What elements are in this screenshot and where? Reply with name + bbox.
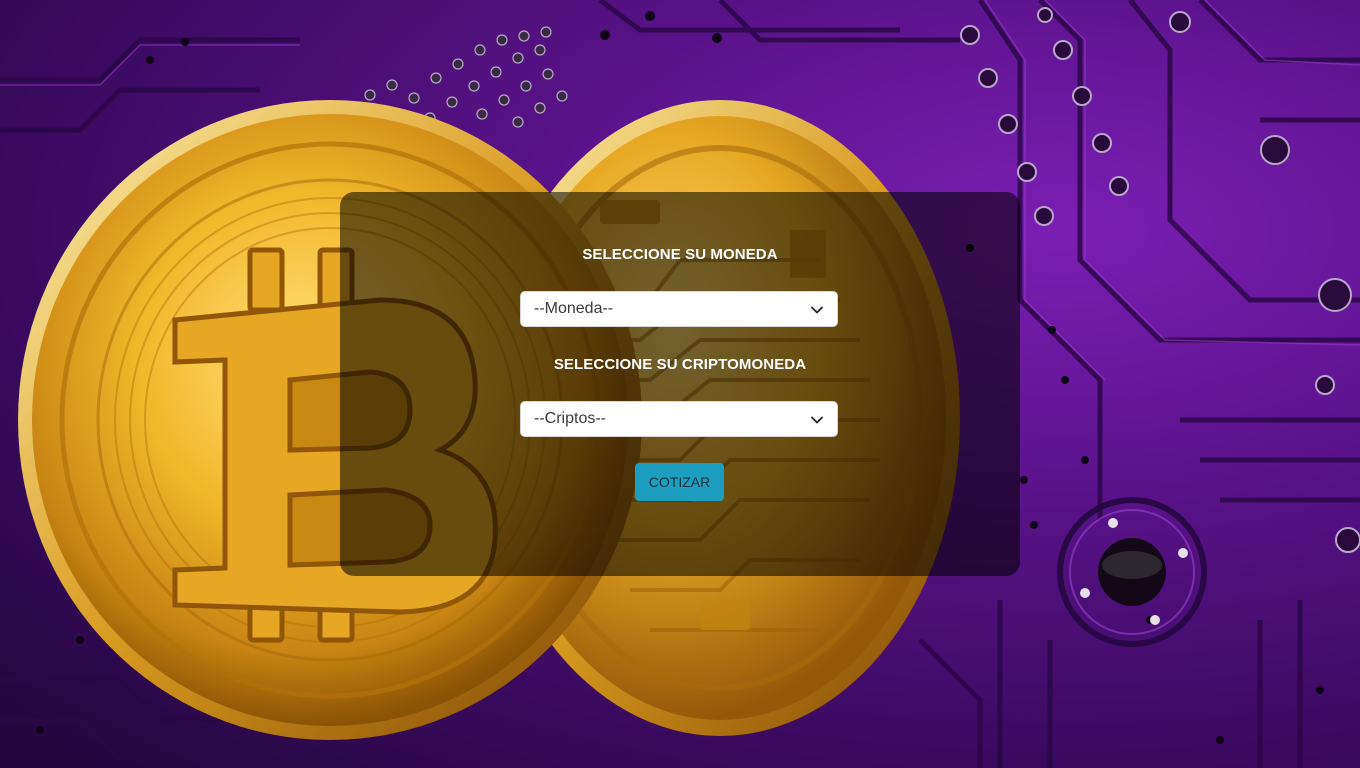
quote-button[interactable]: COTIZAR — [635, 463, 724, 501]
currency-label: SELECCIONE SU MONEDA — [582, 246, 778, 263]
chevron-down-icon — [811, 306, 823, 314]
crypto-label: SELECCIONE SU CRIPTOMONEDA — [553, 356, 807, 373]
chevron-down-icon — [811, 416, 823, 424]
connector-component — [1057, 497, 1207, 647]
currency-select[interactable]: --Moneda-- — [520, 291, 838, 327]
currency-select-value: --Moneda-- — [534, 300, 614, 317]
crypto-select-value: --Criptos-- — [534, 410, 606, 427]
crypto-select[interactable]: --Criptos-- — [520, 401, 838, 437]
quote-form-card: SELECCIONE SU MONEDA --Moneda-- SELECCIO… — [340, 192, 1020, 576]
